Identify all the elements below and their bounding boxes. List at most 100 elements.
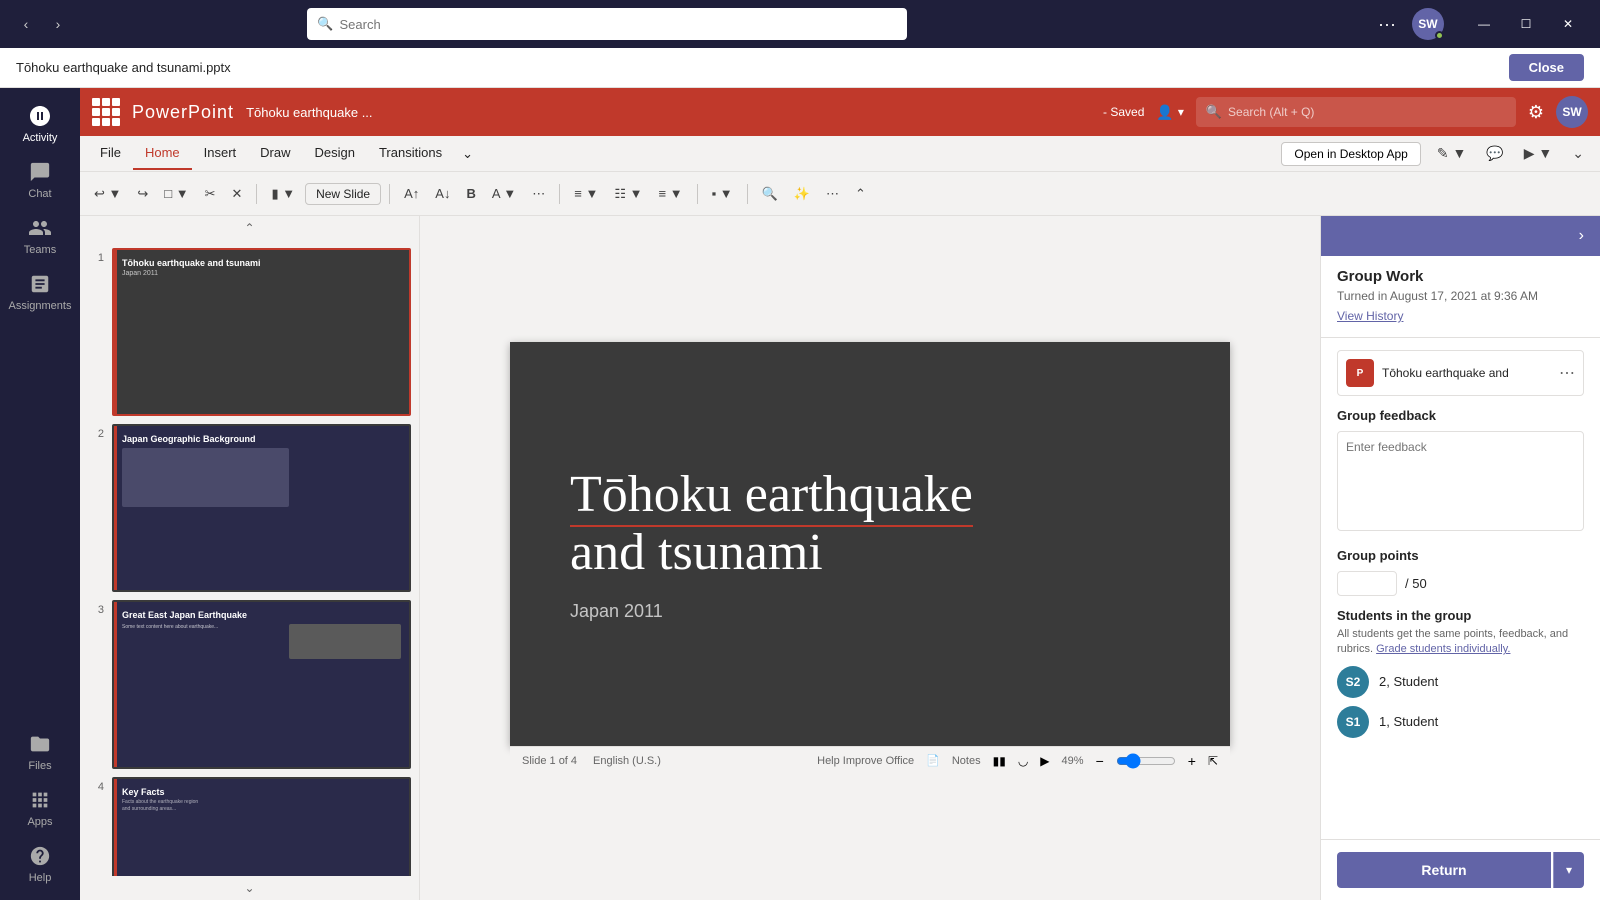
font-color-button[interactable]: A ▼ — [486, 182, 522, 205]
present-button[interactable]: ▶ ▼ — [1516, 141, 1561, 166]
sidebar-item-files[interactable]: Files — [4, 724, 76, 780]
undo-button[interactable]: ↩ ▼ — [88, 182, 127, 206]
ribbon-more-icon[interactable]: ⌄ — [454, 138, 481, 170]
more-options-button[interactable]: ··· — [1370, 10, 1404, 39]
toolbar-sep-2 — [389, 184, 390, 204]
copy-button[interactable]: □ ▼ — [158, 182, 194, 205]
font-size-down-button[interactable]: A↓ — [429, 182, 456, 205]
more-format-button[interactable]: ⋯ — [526, 182, 551, 206]
notes-icon[interactable]: 📄 — [926, 754, 940, 767]
close-file-button[interactable]: Close — [1509, 54, 1584, 81]
slide-canvas[interactable]: Tōhoku earthquake and tsunami Japan 2011 — [510, 342, 1230, 746]
sidebar-item-help[interactable]: Help — [4, 836, 76, 892]
new-slide-button[interactable]: New Slide — [305, 183, 381, 205]
draw-tool-button[interactable]: ✎ ▼ — [1429, 141, 1474, 166]
ppt-search-bar[interactable]: 🔍 — [1196, 97, 1516, 127]
fit-button[interactable]: ⇱ — [1208, 754, 1218, 768]
content-area: ⌃ 1 Tōhoku earthquake and tsunami Japan … — [80, 216, 1600, 900]
slide-thumb-4[interactable]: Key Facts Facts about the earthquake reg… — [112, 777, 411, 876]
slide-item-4[interactable]: 4 Key Facts Facts about the earthquake r… — [88, 777, 411, 876]
zoom-out-button[interactable]: − — [1096, 753, 1104, 769]
slide-thumb-1[interactable]: Tōhoku earthquake and tsunami Japan 2011 — [112, 248, 411, 416]
sidebar-item-activity[interactable]: Activity — [4, 96, 76, 152]
slide-thumb-2[interactable]: Japan Geographic Background — [112, 424, 411, 592]
avatar[interactable]: SW — [1412, 8, 1444, 40]
scroll-up-arrow[interactable]: ⌃ — [80, 216, 419, 240]
right-panel-body: P Tōhoku earthquake and ⋯ Group feedback… — [1321, 338, 1600, 839]
return-dropdown-button[interactable]: ▾ — [1553, 852, 1584, 888]
file-more-button[interactable]: ⋯ — [1559, 363, 1575, 383]
numbering-button[interactable]: ☷ ▼ — [608, 182, 648, 206]
bold-button[interactable]: B — [460, 182, 481, 205]
search-bar[interactable]: 🔍 — [307, 8, 907, 40]
slide-thumb-title-1: Tōhoku earthquake and tsunami — [122, 258, 401, 268]
maximize-button[interactable]: ☐ — [1506, 10, 1546, 38]
present-status-button[interactable]: ▶ — [1040, 754, 1049, 768]
return-row: Return ▾ — [1321, 839, 1600, 900]
slide-num-4: 4 — [88, 777, 104, 793]
collapse-button[interactable]: ⌃ — [849, 182, 872, 206]
ribbon-tab-draw[interactable]: Draw — [248, 137, 302, 170]
slide-sorter-button[interactable]: ◡ — [1018, 754, 1028, 768]
right-panel-scroll-icon[interactable]: › — [1579, 227, 1584, 245]
sidebar-item-apps[interactable]: Apps — [4, 780, 76, 836]
files-icon — [28, 732, 52, 756]
sidebar-item-chat[interactable]: Chat — [4, 152, 76, 208]
ppt-gear-icon[interactable]: ⚙ — [1528, 102, 1544, 123]
comment-button[interactable]: 💬 — [1478, 141, 1511, 166]
more-ribbon-button[interactable]: ⌄ — [1564, 141, 1592, 166]
font-size-up-button[interactable]: A↑ — [398, 182, 425, 205]
new-slide-label: New Slide — [316, 187, 370, 201]
grade-individually-link[interactable]: Grade students individually. — [1376, 643, 1510, 655]
ppt-user-avatar[interactable]: SW — [1556, 96, 1588, 128]
slide-num-1: 1 — [88, 248, 104, 264]
shapes-button[interactable]: ▪ ▼ — [706, 182, 739, 205]
bullets-button[interactable]: ≡ ▼ — [568, 182, 604, 205]
slide-red-bar-2 — [114, 426, 117, 590]
grid-icon[interactable] — [92, 98, 120, 126]
points-input[interactable] — [1337, 571, 1397, 596]
cut-button[interactable]: ✂ — [199, 182, 222, 206]
view-toggle-button[interactable]: ▮▮ — [993, 754, 1006, 768]
forward-button[interactable]: › — [44, 10, 72, 38]
ribbon-tab-home[interactable]: Home — [133, 137, 192, 170]
search-toolbar-button[interactable]: 🔍 — [756, 182, 784, 206]
ribbon-tab-transitions[interactable]: Transitions — [367, 137, 454, 170]
delete-button[interactable]: ✕ — [226, 182, 249, 206]
layout-button[interactable]: ▮ ▼ — [265, 182, 301, 206]
slide-thumb-3[interactable]: Great East Japan Earthquake Some text co… — [112, 600, 411, 768]
close-button[interactable]: ✕ — [1548, 10, 1588, 38]
ppt-search-input[interactable] — [1228, 105, 1506, 119]
notes-label[interactable]: Notes — [952, 755, 981, 767]
back-button[interactable]: ‹ — [12, 10, 40, 38]
redo-button[interactable]: ↪ — [131, 182, 154, 206]
ribbon-tab-design[interactable]: Design — [303, 137, 367, 170]
slide-thumb-content-4: Key Facts Facts about the earthquake reg… — [114, 779, 409, 876]
feedback-textarea[interactable] — [1337, 431, 1584, 531]
slide-thumb-title-3: Great East Japan Earthquake — [122, 610, 401, 620]
minimize-button[interactable]: — — [1464, 10, 1504, 38]
scroll-down-arrow[interactable]: ⌄ — [80, 876, 419, 900]
slide-item-1[interactable]: 1 Tōhoku earthquake and tsunami Japan 20… — [88, 248, 411, 416]
slide-item-2[interactable]: 2 Japan Geographic Background — [88, 424, 411, 592]
ribbon-tab-insert[interactable]: Insert — [192, 137, 249, 170]
open-desktop-button[interactable]: Open in Desktop App — [1281, 142, 1420, 166]
sidebar-item-assignments[interactable]: Assignments — [4, 264, 76, 320]
more-toolbar-button[interactable]: ⋯ — [820, 182, 845, 206]
slide-item-3[interactable]: 3 Great East Japan Earthquake Some text … — [88, 600, 411, 768]
animation-button[interactable]: ✨ — [788, 182, 816, 206]
search-input[interactable] — [340, 17, 898, 32]
slide-subtitle: Japan 2011 — [570, 601, 663, 622]
slide-scroll-area[interactable]: 1 Tōhoku earthquake and tsunami Japan 20… — [80, 240, 419, 876]
return-button[interactable]: Return — [1337, 852, 1551, 888]
zoom-level: 49% — [1062, 755, 1084, 767]
zoom-in-button[interactable]: + — [1188, 753, 1196, 769]
slide-num-2: 2 — [88, 424, 104, 440]
zoom-slider[interactable] — [1116, 753, 1176, 769]
sidebar-item-teams[interactable]: Teams — [4, 208, 76, 264]
sidebar-bottom: Files Apps Help — [4, 724, 76, 892]
ribbon-menu: File Home Insert Draw Design Transitions… — [80, 136, 1600, 172]
view-history-link[interactable]: View History — [1337, 309, 1403, 323]
align-button[interactable]: ≡ ▼ — [653, 182, 689, 205]
ribbon-tab-file[interactable]: File — [88, 137, 133, 170]
